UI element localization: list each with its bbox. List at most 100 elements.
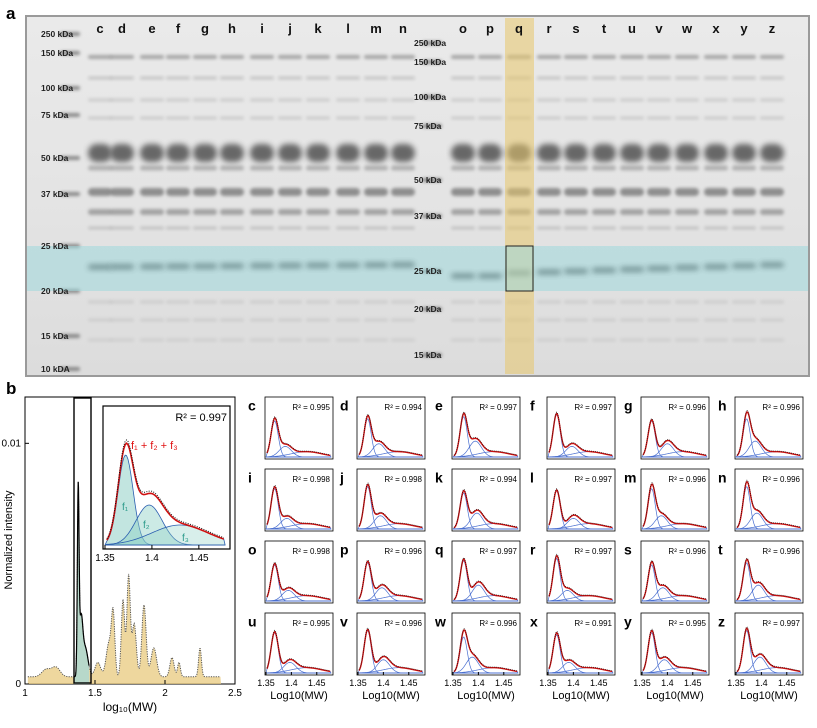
lane-letter-q: q bbox=[515, 21, 523, 36]
gel-band bbox=[478, 98, 502, 102]
gel-band bbox=[193, 209, 217, 215]
gel-band bbox=[140, 98, 164, 102]
fit-plot-y: y R² = 0.995 bbox=[624, 612, 710, 676]
gel-band bbox=[250, 226, 274, 230]
inset-label-f3: f₃ bbox=[182, 533, 189, 544]
fit-plot-j: j R² = 0.998 bbox=[339, 468, 426, 532]
gel-band bbox=[704, 55, 728, 59]
gel-band bbox=[564, 98, 588, 102]
grid-x-tick-label: 1.45 bbox=[778, 678, 796, 688]
y-tick-label: 0.01 bbox=[2, 438, 22, 449]
marker-label: 50 kDa bbox=[414, 175, 442, 185]
fit-plot-e: e R² = 0.997 bbox=[435, 396, 521, 460]
gel-band bbox=[193, 226, 217, 230]
gel-band bbox=[250, 338, 274, 342]
fit-plot-letter: m bbox=[624, 469, 636, 485]
gel-band bbox=[675, 98, 699, 102]
lane-letter-l: l bbox=[346, 21, 350, 36]
gel-band bbox=[592, 338, 616, 342]
gel-band bbox=[675, 300, 699, 304]
gel-band bbox=[675, 144, 699, 162]
fit-plot-x: x R² = 0.991 bbox=[530, 612, 616, 676]
gel-band bbox=[647, 338, 671, 342]
gel-band bbox=[364, 226, 388, 230]
gel-band bbox=[592, 98, 616, 102]
marker-label: 75 kDa bbox=[414, 121, 442, 131]
fit-r2-label: R² = 0.996 bbox=[384, 547, 422, 556]
gel-band bbox=[391, 55, 415, 59]
gel-band bbox=[391, 144, 415, 162]
gel-band bbox=[364, 209, 388, 215]
gel-band bbox=[278, 226, 302, 230]
grid-xlabel: Log10(MW) bbox=[270, 690, 327, 702]
lane-letter-m: m bbox=[370, 21, 382, 36]
gel-band bbox=[537, 338, 561, 342]
fit-plot-k: k R² = 0.994 bbox=[435, 468, 521, 532]
fit-r2-label: R² = 0.996 bbox=[668, 547, 706, 556]
gel-band bbox=[564, 318, 588, 322]
fit-plot-letter: y bbox=[624, 613, 632, 629]
lane-letter-h: h bbox=[228, 21, 236, 36]
figure: a 250 kDa 150 kDa 100 kDa 75 kDa 50 kDa 37 kD… bbox=[0, 0, 817, 723]
gel-band bbox=[647, 76, 671, 80]
gel-band bbox=[760, 338, 784, 342]
gel-band bbox=[647, 300, 671, 304]
gel-band bbox=[704, 144, 728, 162]
gel-band bbox=[760, 209, 784, 215]
gel-band bbox=[140, 300, 164, 304]
gel-band bbox=[336, 300, 360, 304]
fit-r2-label: R² = 0.998 bbox=[292, 547, 330, 556]
gel-band bbox=[166, 300, 190, 304]
fit-plot-m: m R² = 0.996 bbox=[624, 468, 710, 532]
marker-label: 150 kDa bbox=[41, 48, 73, 58]
panel-b-xlabel: log₁₀(MW) bbox=[103, 700, 157, 714]
inset-x-tick-label: 1.35 bbox=[95, 553, 115, 564]
fit-plot-u: u R² = 0.995 bbox=[248, 612, 334, 676]
gel-band bbox=[220, 116, 244, 120]
grid-x-tick-label: 1.45 bbox=[590, 678, 608, 688]
gel-band bbox=[620, 188, 644, 196]
gel-band bbox=[193, 144, 217, 162]
grid-xlabel: Log10(MW) bbox=[457, 690, 514, 702]
gel-band bbox=[732, 209, 756, 215]
gel-band bbox=[88, 165, 112, 171]
grid-xlabel: Log10(MW) bbox=[740, 690, 797, 702]
fit-plot-l: l R² = 0.997 bbox=[530, 468, 616, 532]
fit-plot-letter: v bbox=[340, 613, 348, 629]
gel-band bbox=[704, 226, 728, 230]
fit-plot-letter: w bbox=[434, 613, 446, 629]
gel-band bbox=[166, 318, 190, 322]
gel-band bbox=[140, 144, 164, 162]
fit-plot-letter: q bbox=[435, 541, 444, 557]
gel-band bbox=[110, 226, 134, 230]
fit-r2-label: R² = 0.998 bbox=[292, 475, 330, 484]
gel-band bbox=[592, 165, 616, 171]
grid-x-tick-label: 1.45 bbox=[684, 678, 702, 688]
gel-band bbox=[564, 300, 588, 304]
gel-band bbox=[250, 188, 274, 196]
gel-band bbox=[364, 55, 388, 59]
fit-r2-label: R² = 0.997 bbox=[574, 475, 612, 484]
gel-band bbox=[620, 144, 644, 162]
grid-x-tick-label: 1.4 bbox=[661, 678, 674, 688]
x-tick-label: 1 bbox=[22, 688, 28, 699]
gel-band bbox=[760, 318, 784, 322]
gel-band bbox=[647, 165, 671, 171]
gel-band bbox=[110, 165, 134, 171]
gel-band bbox=[451, 226, 475, 230]
gel-band bbox=[451, 98, 475, 102]
gel-band bbox=[364, 98, 388, 102]
gel-band bbox=[364, 338, 388, 342]
gel-band bbox=[110, 300, 134, 304]
x-tick-label: 2.5 bbox=[228, 688, 242, 699]
gel-band bbox=[110, 188, 134, 196]
lane-letter-s: s bbox=[572, 21, 579, 36]
gel-band bbox=[537, 188, 561, 196]
gel-band bbox=[451, 144, 475, 162]
gel-band bbox=[620, 116, 644, 120]
gel-band bbox=[88, 144, 112, 162]
fit-plot-s: s R² = 0.996 bbox=[624, 540, 710, 604]
gel-band bbox=[88, 318, 112, 322]
marker-label: 10 kDA bbox=[41, 364, 70, 374]
gel-band bbox=[620, 338, 644, 342]
